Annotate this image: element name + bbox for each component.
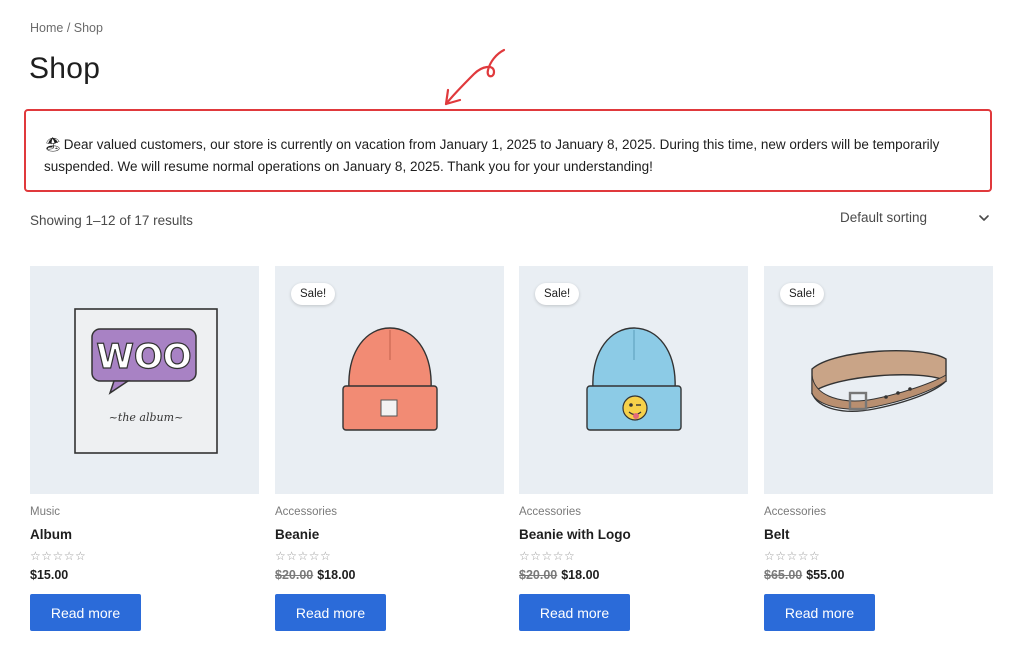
svg-text:~the album~: ~the album~ bbox=[108, 411, 183, 424]
breadcrumb[interactable]: Home / Shop bbox=[30, 21, 103, 35]
blue-beanie-icon bbox=[585, 327, 682, 431]
old-price: $65.00 bbox=[764, 568, 803, 582]
product-image[interactable]: Sale! bbox=[275, 266, 504, 494]
product-price: $15.00 bbox=[30, 568, 259, 582]
product-category[interactable]: Accessories bbox=[275, 506, 504, 518]
product-name[interactable]: Beanie with Logo bbox=[519, 527, 748, 542]
svg-text:WOO: WOO bbox=[96, 337, 191, 377]
rating-stars-icon: ☆☆☆☆☆ bbox=[519, 549, 576, 563]
orange-beanie-icon bbox=[341, 327, 438, 431]
product-category[interactable]: Accessories bbox=[764, 506, 993, 518]
product-price: $20.00 $18.00 bbox=[519, 568, 748, 582]
product-name[interactable]: Beanie bbox=[275, 527, 504, 542]
read-more-button[interactable]: Read more bbox=[764, 594, 875, 631]
belt-icon bbox=[810, 350, 947, 412]
product-card-album: WOO ~the album~ Music Album ☆☆☆☆☆ $15.00… bbox=[30, 266, 259, 631]
old-price: $20.00 bbox=[519, 568, 558, 582]
sale-badge: Sale! bbox=[535, 283, 580, 305]
album-woo-icon: WOO ~the album~ bbox=[73, 308, 218, 454]
beach-umbrella-icon: 🏖 bbox=[44, 136, 62, 152]
product-image[interactable]: Sale! bbox=[519, 266, 748, 494]
product-image[interactable]: Sale! bbox=[764, 266, 993, 494]
product-price: $65.00 $55.00 bbox=[764, 568, 993, 582]
annotation-arrow-icon bbox=[444, 48, 506, 106]
product-category[interactable]: Music bbox=[30, 506, 259, 518]
read-more-button[interactable]: Read more bbox=[30, 594, 141, 631]
old-price: $20.00 bbox=[275, 568, 314, 582]
page-title: Shop bbox=[29, 52, 101, 85]
product-price: $20.00 $18.00 bbox=[275, 568, 504, 582]
current-price: $55.00 bbox=[806, 568, 845, 582]
product-category[interactable]: Accessories bbox=[519, 506, 748, 518]
current-price: $15.00 bbox=[30, 568, 69, 582]
product-name[interactable]: Belt bbox=[764, 527, 993, 542]
rating-stars-icon: ☆☆☆☆☆ bbox=[764, 549, 821, 563]
product-image[interactable]: WOO ~the album~ bbox=[30, 266, 259, 494]
product-name[interactable]: Album bbox=[30, 527, 259, 542]
read-more-button[interactable]: Read more bbox=[519, 594, 630, 631]
rating-stars-icon: ☆☆☆☆☆ bbox=[30, 549, 87, 563]
read-more-button[interactable]: Read more bbox=[275, 594, 386, 631]
sale-badge: Sale! bbox=[780, 283, 825, 305]
sale-badge: Sale! bbox=[291, 283, 336, 305]
notice-text: Dear valued customers, our store is curr… bbox=[44, 137, 940, 174]
current-price: $18.00 bbox=[317, 568, 356, 582]
result-count: Showing 1–12 of 17 results bbox=[30, 213, 193, 228]
current-price: $18.00 bbox=[561, 568, 600, 582]
product-card-belt: Sale! Accessories Belt ☆☆☆☆☆ $65.00 $55.0… bbox=[764, 266, 993, 631]
vacation-notice: 🏖 Dear valued customers, our store is cur… bbox=[24, 109, 992, 192]
rating-stars-icon: ☆☆☆☆☆ bbox=[275, 549, 332, 563]
sorting-select[interactable]: Default sorting bbox=[840, 210, 927, 225]
chevron-down-icon[interactable] bbox=[977, 211, 991, 225]
product-card-beanie-with-logo: Sale! Accessories Beanie with Logo ☆☆☆☆☆… bbox=[519, 266, 748, 631]
product-card-beanie: Sale! Accessories Beanie ☆☆☆☆☆ $20.00 $18… bbox=[275, 266, 504, 631]
